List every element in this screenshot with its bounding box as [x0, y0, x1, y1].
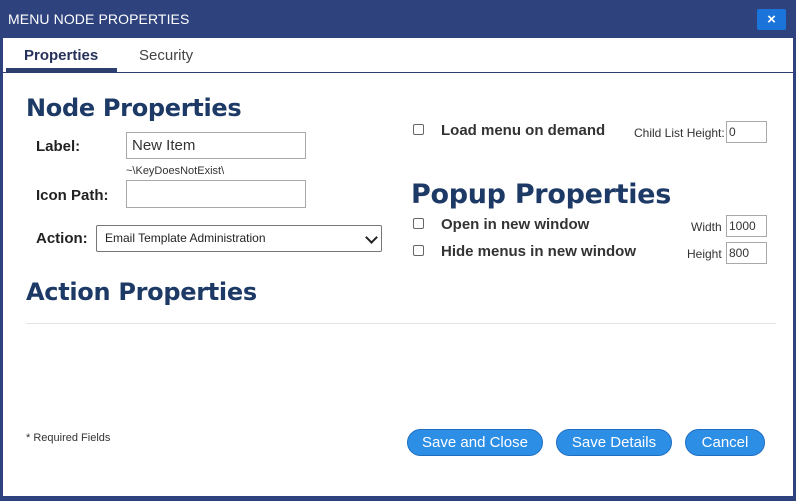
- popup-properties-heading: Popup Properties: [411, 179, 671, 210]
- width-input[interactable]: [726, 215, 767, 237]
- close-icon: ×: [767, 11, 776, 28]
- action-select-value: Email Template Administration: [105, 231, 266, 245]
- title-bar: MENU NODE PROPERTIES ×: [0, 0, 796, 38]
- icon-path-caption: Icon Path:: [36, 187, 109, 204]
- action-select[interactable]: Email Template Administration: [96, 225, 382, 252]
- active-tab-indicator: [6, 68, 117, 72]
- tab-properties[interactable]: Properties: [24, 47, 98, 64]
- width-label: Width: [691, 220, 722, 234]
- load-on-demand-checkbox[interactable]: [413, 124, 424, 135]
- section-divider: [26, 323, 776, 324]
- save-details-button[interactable]: Save Details: [556, 429, 672, 456]
- icon-path-input[interactable]: [126, 180, 306, 208]
- menu-node-properties-dialog: MENU NODE PROPERTIES × Properties Securi…: [0, 0, 796, 501]
- tab-security[interactable]: Security: [139, 47, 193, 64]
- label-input[interactable]: [126, 132, 306, 159]
- action-caption: Action:: [36, 230, 88, 247]
- required-fields-note: * Required Fields: [26, 432, 111, 444]
- tab-bar: Properties Security: [3, 38, 793, 73]
- hide-menus-label: Hide menus in new window: [441, 243, 637, 260]
- load-on-demand-label: Load menu on demand: [441, 122, 606, 139]
- action-properties-heading: Action Properties: [26, 278, 257, 306]
- child-list-height-input[interactable]: [726, 121, 767, 143]
- open-new-window-label: Open in new window: [441, 216, 590, 233]
- height-input[interactable]: [726, 242, 767, 264]
- chevron-down-icon: [365, 231, 378, 244]
- icon-path-hint: ~\KeyDoesNotExist\: [126, 165, 225, 177]
- open-new-window-checkbox[interactable]: [413, 218, 424, 229]
- child-list-height-label: Child List Height:: [634, 126, 725, 140]
- save-and-close-button[interactable]: Save and Close: [407, 429, 543, 456]
- cancel-button[interactable]: Cancel: [685, 429, 765, 456]
- height-label: Height: [687, 247, 722, 261]
- close-button[interactable]: ×: [757, 9, 786, 30]
- dialog-bottom-border: [0, 496, 796, 501]
- dialog-title: MENU NODE PROPERTIES: [8, 11, 190, 27]
- dialog-content: Properties Security Node Properties Labe…: [3, 38, 793, 496]
- hide-menus-checkbox[interactable]: [413, 245, 424, 256]
- label-field-caption: Label:: [36, 138, 81, 155]
- node-properties-heading: Node Properties: [26, 94, 242, 122]
